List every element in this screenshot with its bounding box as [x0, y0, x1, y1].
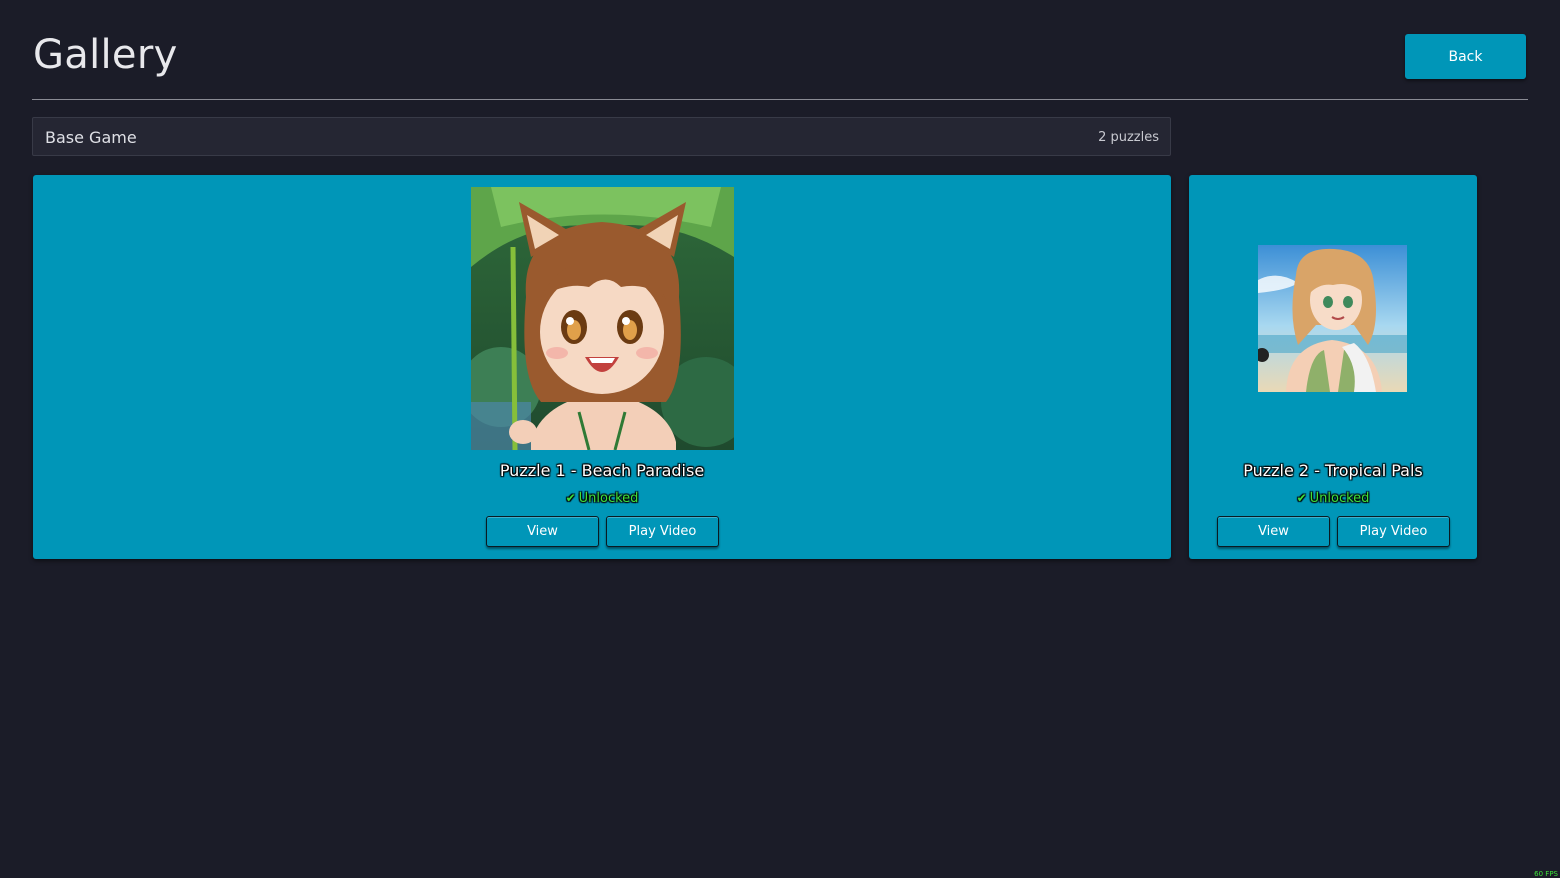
- check-icon: ✔: [1296, 491, 1307, 505]
- play-video-button-2[interactable]: Play Video: [1337, 516, 1450, 547]
- header-divider: [32, 99, 1528, 100]
- unlock-status-1: ✔ Unlocked: [565, 491, 639, 506]
- puzzle-card-1[interactable]: Puzzle 1 - Beach Paradise ✔ Unlocked View…: [33, 175, 1171, 559]
- puzzle-thumbnail-1[interactable]: [471, 187, 734, 450]
- fps-counter: 60 FPS: [1534, 870, 1558, 878]
- catgirl-illustration: [471, 187, 734, 450]
- puzzle-card-2[interactable]: Puzzle 2 - Tropical Pals ✔ Unlocked View …: [1189, 175, 1477, 559]
- section-title: Base Game: [45, 128, 137, 147]
- unlock-status-2: ✔ Unlocked: [1296, 491, 1370, 506]
- view-button-2[interactable]: View: [1217, 516, 1330, 547]
- play-video-button-1[interactable]: Play Video: [606, 516, 719, 547]
- section-count: 2 puzzles: [1098, 130, 1159, 145]
- beach-girl-illustration: [1258, 245, 1407, 392]
- view-button-1[interactable]: View: [486, 516, 599, 547]
- section-header: Base Game 2 puzzles: [32, 117, 1171, 156]
- puzzle-name-1: Puzzle 1 - Beach Paradise: [499, 461, 705, 480]
- puzzle-thumbnail-2[interactable]: [1258, 245, 1407, 392]
- back-button[interactable]: Back: [1405, 34, 1526, 79]
- page-title: Gallery: [33, 32, 178, 78]
- puzzle-name-2: Puzzle 2 - Tropical Pals: [1243, 461, 1423, 480]
- check-icon: ✔: [565, 491, 576, 505]
